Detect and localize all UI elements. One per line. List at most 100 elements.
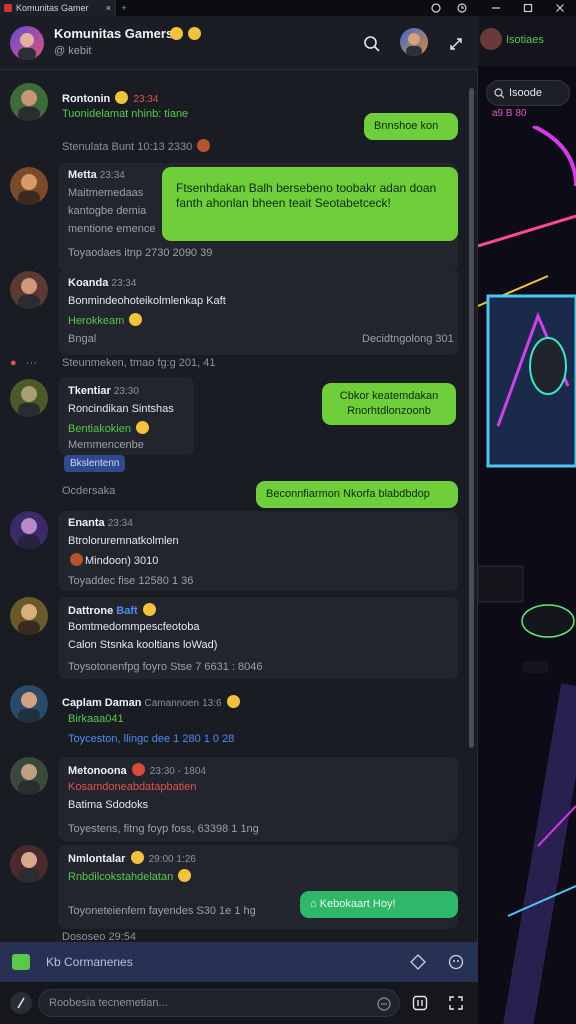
message-text: Memmencenbe xyxy=(68,439,144,451)
sender-avatar[interactable] xyxy=(10,757,48,795)
message-text: Roncindikan Sintshas xyxy=(68,403,174,415)
system-notice: Ocdersaka xyxy=(62,485,116,497)
message-text: Mindoon) 3010 xyxy=(68,553,158,567)
sender-name: Enanta 23:34 xyxy=(68,517,133,529)
message-footer: Toyoneteienfem fayendes S30 1e 1 hg xyxy=(68,905,256,917)
message-text: Calon Stsnka kooltians loWad) xyxy=(68,639,218,651)
message-footer: Toyestens, fitng foyp foss, 63398 1 1ng xyxy=(68,823,259,835)
outgoing-bubble: Bnnshoe kon xyxy=(364,113,458,140)
sender-avatar[interactable] xyxy=(10,379,48,417)
new-tab-button[interactable]: + xyxy=(116,3,132,13)
system-notice: Dososeo 29:54 xyxy=(62,931,136,941)
smile-emoji-icon xyxy=(188,27,201,40)
message-text: Herokkeam xyxy=(68,313,144,327)
chat-header: Komunitas Gamers @ kebit xyxy=(0,16,478,70)
message-footer: Toyaddec fise 12580 1 36 xyxy=(68,575,194,587)
message-footer: Toysotonenfpg foyro Stse 7 6631 : 8046 xyxy=(68,661,263,673)
emoji-picker-icon[interactable] xyxy=(375,995,393,1013)
chat-subtitle: @ kebit xyxy=(54,45,92,57)
side-meta: a9 B 80 xyxy=(492,108,527,119)
gaming-setup-illustration xyxy=(478,126,576,1024)
sender-name: Koanda 23:34 xyxy=(68,277,137,289)
message-text: Btroloruremnatkolmlen xyxy=(68,535,179,547)
message-input-placeholder: Roobesia tecnemetian... xyxy=(49,997,168,1009)
search-icon[interactable] xyxy=(362,34,382,54)
minimize-icon[interactable] xyxy=(480,0,512,16)
side-panel: Isotiaes Isoode a9 B 80 xyxy=(478,16,576,1024)
more-icon[interactable]: ··· xyxy=(26,357,37,369)
outgoing-bubble: Cbkor keatemdakan Rnorhtdlonzoonb xyxy=(322,383,456,425)
system-notice: Stenulata Bunt 10:13 2330 xyxy=(62,139,212,153)
message-text: Batima Sdodoks xyxy=(68,799,149,811)
sender-name: Metta 23:34 xyxy=(68,169,125,181)
message-text: Bomtmedommpescfeotoba xyxy=(68,621,200,633)
chat-title: Komunitas Gamers xyxy=(54,26,174,41)
input-bar: Roobesia tecnemetian... xyxy=(0,982,478,1024)
user-avatar[interactable] xyxy=(400,28,428,56)
side-panel-header: Isotiaes xyxy=(478,16,576,66)
outgoing-bubble: Ftsenhdakan Balh bersebeno toobakr adan … xyxy=(162,167,458,241)
message-footer: Toyaodaes itnp 2730 2090 39 xyxy=(68,247,213,259)
sender-name: Metonoona 23:30 - 1804 xyxy=(68,763,206,777)
smile-emoji-icon xyxy=(136,421,150,434)
smile-emoji-icon xyxy=(115,91,129,104)
maximize-icon[interactable] xyxy=(512,0,544,16)
side-search-text: Isoode xyxy=(509,87,543,99)
close-tab-icon[interactable]: × xyxy=(106,3,111,13)
sender-avatar[interactable] xyxy=(10,597,48,635)
composer-bar[interactable]: Kb Cormanenes xyxy=(0,942,478,982)
browser-tab[interactable]: Komunitas Gamer × xyxy=(0,0,116,16)
sender-avatar[interactable] xyxy=(10,167,48,205)
sender-name: Rontonin 23:34 xyxy=(62,91,159,105)
sender-avatar[interactable] xyxy=(10,83,48,121)
alert-icon: ● xyxy=(10,357,17,369)
side-panel-title: Isotiaes xyxy=(506,34,544,46)
sender-name: Tkentiar 23:30 xyxy=(68,385,139,397)
message-text: Kosamdoneabdatapbatien xyxy=(68,781,197,793)
message-text: Bentiakokien xyxy=(68,421,151,435)
message-text: Rnbdilcokstahdelatan xyxy=(68,869,193,883)
emoji-icon[interactable] xyxy=(446,952,466,972)
message-footer: Decidtngolong 301 xyxy=(362,333,454,345)
message-text: mentione emence xyxy=(68,223,156,235)
message-text: Birkaaa041 xyxy=(68,713,124,725)
scrollbar-thumb[interactable] xyxy=(469,88,474,748)
sender-avatar[interactable] xyxy=(10,685,48,723)
lock-icon: ⌂ xyxy=(310,898,317,910)
app-icon xyxy=(4,4,12,12)
close-window-icon[interactable] xyxy=(544,0,576,16)
fullscreen-icon[interactable] xyxy=(446,993,466,1013)
timer-icon[interactable] xyxy=(446,0,478,16)
sender-name: Dattrone Baft xyxy=(68,603,158,617)
attachment-icon[interactable] xyxy=(12,954,30,970)
chat-panel: Komunitas Gamers @ kebit Rontonin 23:34 … xyxy=(0,16,478,1024)
trophy-emoji-icon xyxy=(170,27,183,40)
outgoing-bubble: ⌂ Kebokaart Hoy! xyxy=(300,891,458,918)
fire-emoji-icon xyxy=(70,553,83,566)
expand-icon[interactable] xyxy=(446,34,466,54)
tab-label: Komunitas Gamer xyxy=(16,3,89,13)
smile-emoji-icon xyxy=(226,695,240,708)
angry-emoji-icon xyxy=(131,763,145,776)
message-action-button[interactable]: Bkslentenn xyxy=(64,455,126,472)
cool-emoji-icon xyxy=(178,869,192,882)
sender-name: Nmlontalar 29:00 1:26 xyxy=(68,851,196,865)
sender-avatar[interactable] xyxy=(10,271,48,309)
message-text: Bonmindeohoteikolmlenkap Kaft xyxy=(68,295,226,307)
sender-avatar[interactable] xyxy=(10,511,48,549)
outgoing-bubble: Beconnfiarmon Nkorfa blabdbdop xyxy=(256,481,458,508)
sticker-icon[interactable] xyxy=(408,952,428,972)
side-avatar[interactable] xyxy=(480,28,502,50)
group-avatar[interactable] xyxy=(10,26,44,60)
message-input[interactable]: Roobesia tecnemetian... xyxy=(38,989,400,1017)
side-search-input[interactable]: Isoode xyxy=(486,80,570,106)
sender-name: Caplam Daman Camannoen 13:6 xyxy=(62,695,242,709)
smile-emoji-icon xyxy=(130,851,144,864)
mic-icon[interactable] xyxy=(10,992,32,1014)
fire-emoji-icon xyxy=(197,139,211,152)
message-list[interactable]: Rontonin 23:34 Tuonidelamat nhinb: tiane… xyxy=(0,71,478,941)
sender-avatar[interactable] xyxy=(10,845,48,883)
message-text: kantogbe demia xyxy=(68,205,147,217)
message-text: Toyceston, llingc dee 1 280 1 0 28 xyxy=(68,733,235,745)
gif-icon[interactable] xyxy=(410,993,430,1013)
